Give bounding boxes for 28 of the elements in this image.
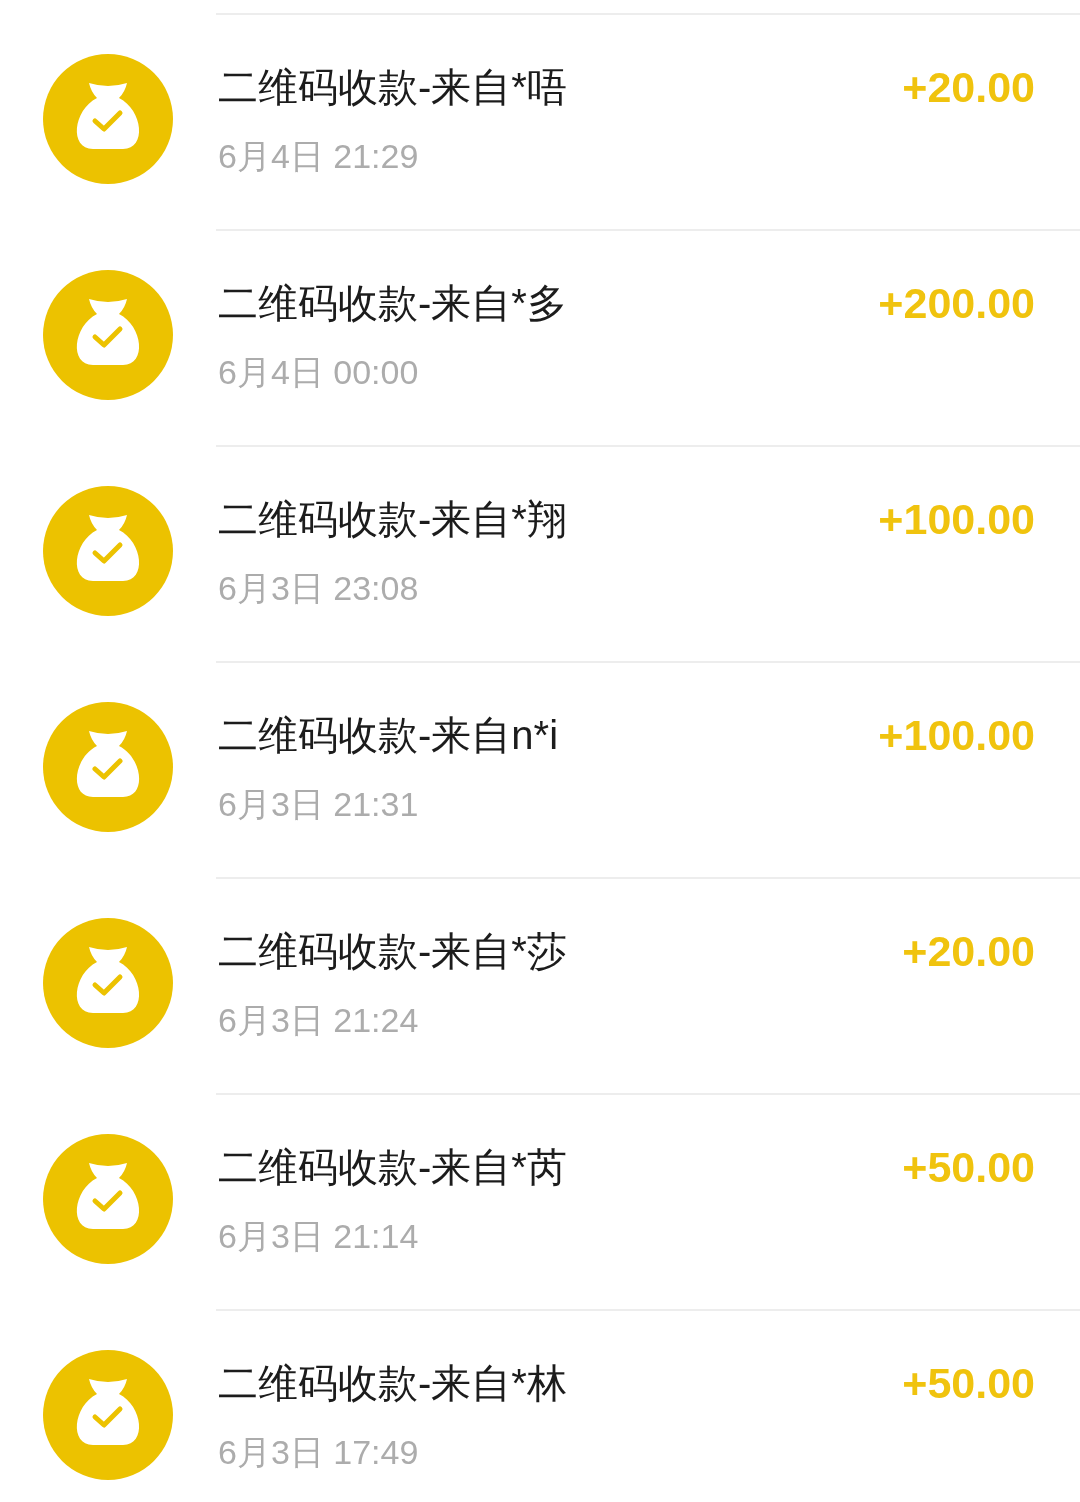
transaction-time: 6月3日 17:49 — [218, 1432, 419, 1472]
money-bag-icon — [43, 486, 173, 616]
transaction-amount: +50.00 — [902, 1143, 1035, 1191]
transaction-amount: +100.00 — [878, 711, 1035, 759]
transaction-title: 二维码收款-来自*莎 — [218, 928, 567, 975]
transaction-title: 二维码收款-来自*唔 — [218, 64, 567, 111]
transaction-amount: +20.00 — [902, 927, 1035, 975]
transaction-time: 6月4日 00:00 — [218, 352, 419, 392]
transaction-amount: +200.00 — [878, 279, 1035, 327]
transaction-time: 6月3日 21:24 — [218, 1000, 419, 1040]
transaction-title: 二维码收款-来自*多 — [218, 280, 567, 327]
transaction-time: 6月4日 21:29 — [218, 136, 419, 176]
money-bag-icon — [43, 1350, 173, 1480]
transaction-time: 6月3日 21:14 — [218, 1216, 419, 1256]
transaction-time: 6月3日 23:08 — [218, 568, 419, 608]
transaction-title: 二维码收款-来自*芮 — [218, 1144, 567, 1191]
transaction-amount: +100.00 — [878, 495, 1035, 543]
money-bag-icon — [43, 1134, 173, 1264]
money-bag-icon — [43, 270, 173, 400]
money-bag-icon — [43, 702, 173, 832]
transaction-amount: +50.00 — [902, 1359, 1035, 1407]
transaction-title: 二维码收款-来自*翔 — [218, 496, 567, 543]
transaction-title: 二维码收款-来自n*i — [218, 712, 559, 759]
money-bag-icon — [43, 54, 173, 184]
money-bag-icon — [43, 918, 173, 1048]
transaction-title: 二维码收款-来自*林 — [218, 1360, 567, 1407]
transaction-amount: +20.00 — [902, 63, 1035, 111]
transaction-time: 6月3日 21:31 — [218, 784, 419, 824]
